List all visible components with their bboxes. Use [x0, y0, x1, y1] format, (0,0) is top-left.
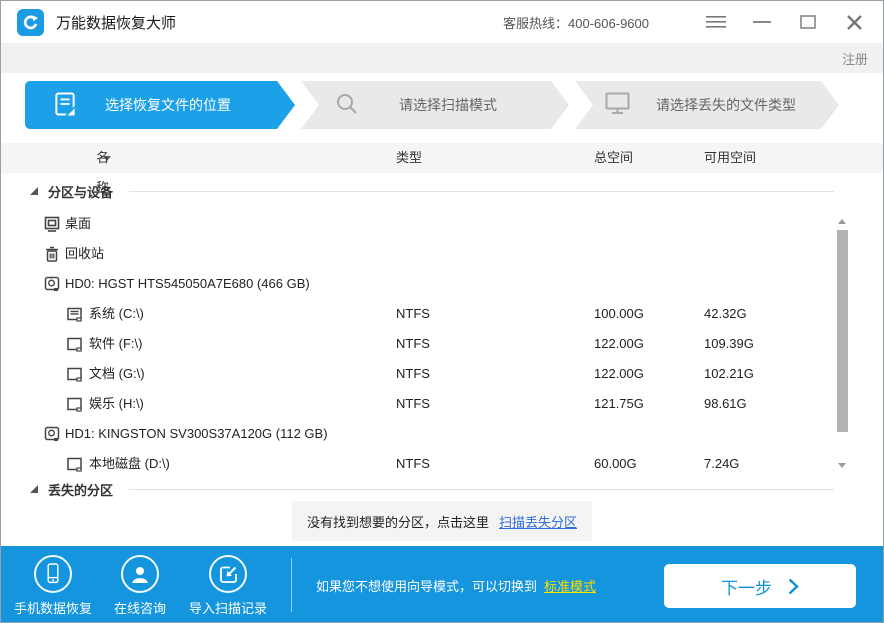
scrollbar-thumb[interactable] [837, 230, 848, 432]
notice-text: 没有找到想要的分区，点击这里 [307, 512, 489, 531]
register-strip: 注册 [1, 43, 883, 73]
step-select-location[interactable]: 选择恢复文件的位置 [25, 81, 295, 129]
section-lost-partitions[interactable]: 丢失的分区 [1, 477, 883, 501]
bottom-bar: 手机数据恢复 在线咨询 导入扫描记录 如果您不想 [1, 546, 883, 623]
phone-recovery-button[interactable]: 手机数据恢复 [8, 555, 98, 617]
app-title: 万能数据恢复大师 [56, 12, 176, 33]
wizard-steps: 选择恢复文件的位置 请选择扫描模式 请选择丢失的文件类型 [25, 81, 859, 129]
table-row[interactable]: 桌面 [1, 209, 883, 239]
section-divider [129, 191, 834, 192]
tool-label: 手机数据恢复 [8, 598, 98, 617]
step-label: 请选择丢失的文件类型 [656, 95, 796, 115]
register-link[interactable]: 注册 [842, 49, 868, 68]
partition-icon [66, 329, 83, 359]
partition-icon [66, 449, 83, 477]
column-name[interactable]: 名称 [96, 143, 111, 173]
document-icon [55, 92, 75, 119]
app-window: 万能数据恢复大师 客服热线：400-606-9600 [0, 0, 884, 623]
partition-icon [66, 359, 83, 389]
section-devices[interactable]: 分区与设备 [1, 173, 883, 209]
expand-triangle-icon [29, 484, 39, 494]
maximize-button[interactable] [795, 9, 821, 35]
next-step-button[interactable]: 下一步 [664, 564, 856, 608]
search-icon [335, 92, 359, 119]
app-logo-icon [17, 9, 44, 36]
hard-disk-icon [43, 269, 61, 299]
mode-text: 如果您不想使用向导模式，可以切换到 [316, 576, 537, 595]
notice-box: 没有找到想要的分区，点击这里 扫描丢失分区 [292, 501, 592, 541]
expand-triangle-icon [29, 186, 39, 196]
phone-icon [34, 555, 72, 593]
section-divider [129, 489, 834, 490]
title-bar: 万能数据恢复大师 客服热线：400-606-9600 [1, 1, 883, 43]
menu-icon[interactable] [703, 9, 729, 35]
next-label: 下一步 [721, 574, 772, 599]
online-support-button[interactable]: 在线咨询 [95, 555, 185, 617]
partition-icon [66, 389, 83, 419]
table-row[interactable]: HD0: HGST HTS545050A7E680 (466 GB) [1, 269, 883, 299]
hard-disk-icon [43, 419, 61, 449]
table-row[interactable]: 系统 (C:\) NTFS 100.00G 42.32G [1, 299, 883, 329]
table-row[interactable]: HD1: KINGSTON SV300S37A120G (112 GB) [1, 419, 883, 449]
notice-row: 没有找到想要的分区，点击这里 扫描丢失分区 [1, 501, 883, 541]
table-row[interactable]: 娱乐 (H:\) NTFS 121.75G 98.61G [1, 389, 883, 419]
import-scan-record-button[interactable]: 导入扫描记录 [183, 555, 273, 617]
step-scan-mode[interactable]: 请选择扫描模式 [301, 81, 569, 129]
scan-lost-partitions-link[interactable]: 扫描丢失分区 [499, 512, 577, 531]
os-partition-icon [66, 299, 83, 329]
table-row[interactable]: 文档 (G:\) NTFS 122.00G 102.21G [1, 359, 883, 389]
step-label: 请选择扫描模式 [399, 95, 497, 115]
chevron-right-icon [788, 578, 799, 595]
close-button[interactable] [841, 9, 867, 35]
standard-mode-link[interactable]: 标准模式 [544, 576, 596, 595]
section-label: 丢失的分区 [48, 480, 113, 499]
scroll-up-icon[interactable] [838, 219, 846, 224]
scroll-down-icon[interactable] [838, 463, 846, 468]
recycle-bin-icon [43, 239, 61, 269]
desktop-icon [43, 209, 61, 239]
device-list: 桌面 回收站 [1, 209, 883, 477]
import-icon [209, 555, 247, 593]
hotline-text: 客服热线：400-606-9600 [503, 13, 649, 32]
table-row[interactable]: 回收站 [1, 239, 883, 269]
column-free[interactable]: 可用空间 [704, 143, 756, 173]
tool-label: 导入扫描记录 [183, 598, 273, 617]
bottombar-divider [291, 558, 292, 612]
monitor-icon [605, 92, 630, 118]
column-total[interactable]: 总空间 [594, 143, 633, 173]
column-type[interactable]: 类型 [396, 143, 422, 173]
table-row[interactable]: 软件 (F:\) NTFS 122.00G 109.39G [1, 329, 883, 359]
scrollbar[interactable] [837, 213, 848, 475]
step-label: 选择恢复文件的位置 [105, 95, 231, 115]
titlebar-right: 客服热线：400-606-9600 [503, 9, 867, 35]
minimize-button[interactable] [749, 9, 775, 35]
mode-switch-text: 如果您不想使用向导模式，可以切换到 标准模式 [316, 546, 596, 623]
step-file-type[interactable]: 请选择丢失的文件类型 [575, 81, 839, 129]
person-icon [121, 555, 159, 593]
tool-label: 在线咨询 [95, 598, 185, 617]
table-header: 名称 类型 总空间 可用空间 [1, 143, 883, 173]
table-row[interactable]: 本地磁盘 (D:\) NTFS 60.00G 7.24G [1, 449, 883, 477]
